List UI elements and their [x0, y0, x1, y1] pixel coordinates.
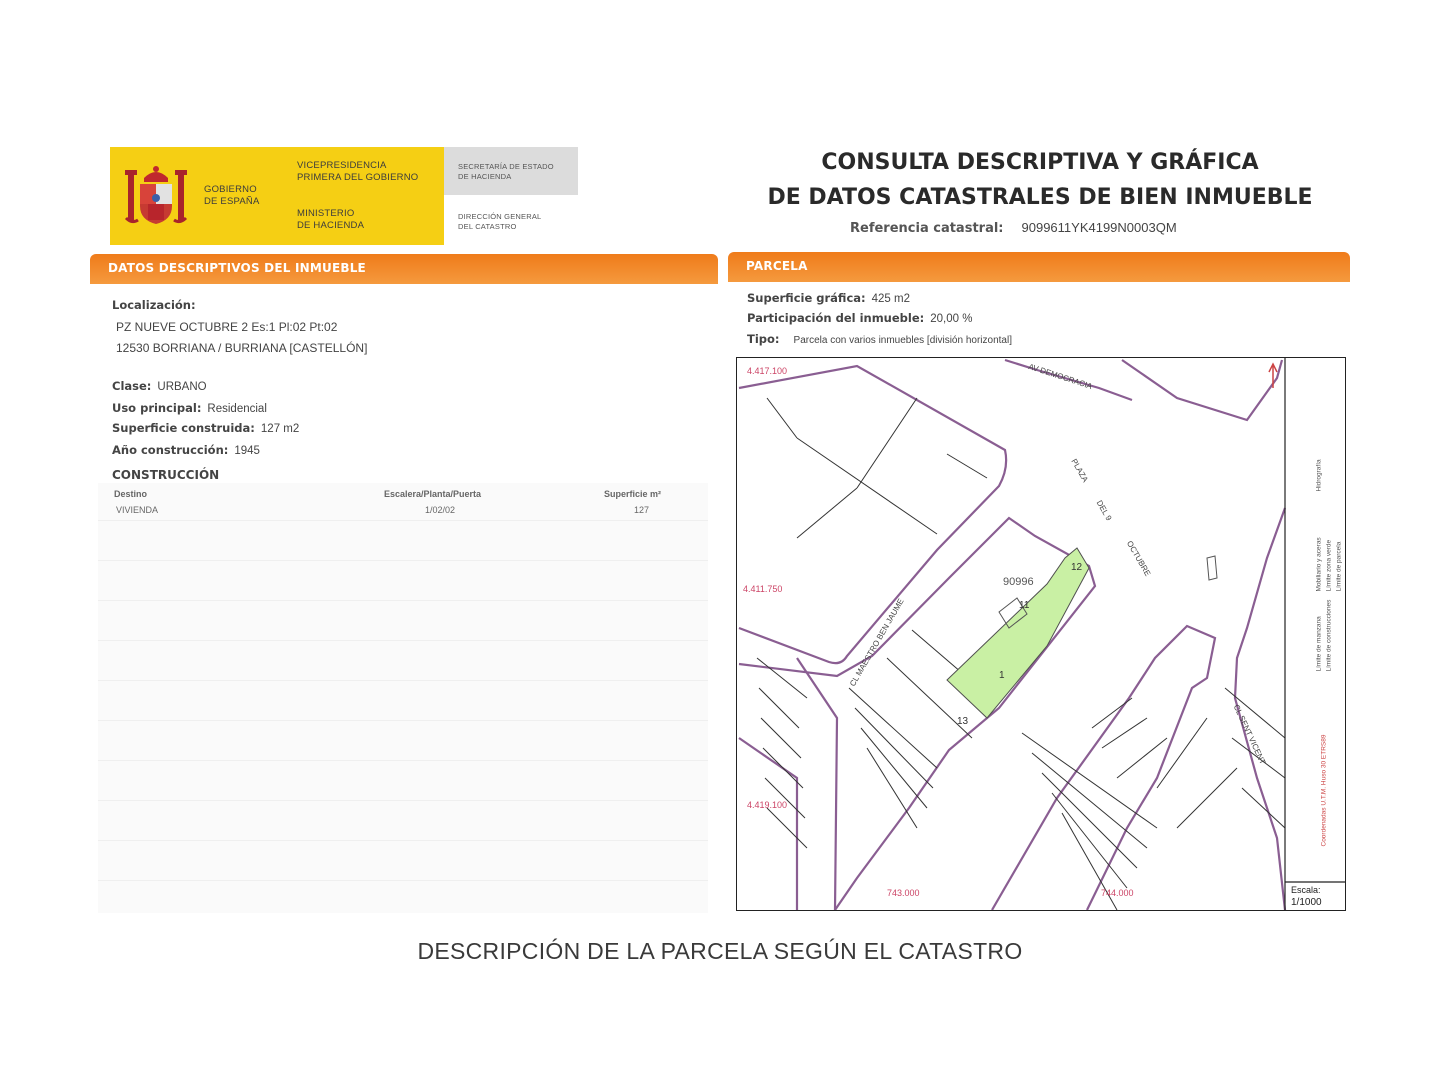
coord-top-left: 4.417.100	[747, 366, 788, 376]
block-outline	[738, 737, 799, 910]
coat-of-arms-icon	[124, 166, 188, 224]
ministerio-text: MINISTERIO DE HACIENDA	[297, 208, 365, 231]
participacion-row: Participación del inmueble: 20,00 %	[747, 309, 972, 327]
table-line	[98, 600, 708, 601]
construccion-label: CONSTRUCCIÓN	[112, 468, 220, 482]
table-line	[98, 640, 708, 641]
parcel-number-1: 1	[999, 670, 1005, 681]
tipo-row: Tipo: Parcela con varios inmuebles [divis…	[747, 330, 1012, 348]
table-cell-escalera: 1/02/02	[425, 505, 456, 515]
ref-value: 9099611YK4199N0003QM	[1021, 220, 1177, 235]
gobierno-text: GOBIERNO DE ESPAÑA	[204, 184, 260, 207]
uso-value: Residencial	[207, 403, 267, 415]
anio-label: Año construcción:	[112, 443, 229, 457]
parcel-number-13: 13	[957, 716, 969, 727]
north-arrow-icon	[1268, 362, 1278, 388]
parcel-number-12: 12	[1071, 562, 1083, 573]
scale-value: 1/1000	[1291, 897, 1322, 908]
participacion-label: Participación del inmueble:	[747, 311, 925, 325]
legend-2: Límite de parcela	[1335, 541, 1343, 592]
sup-grafica-value: 425 m2	[871, 293, 910, 305]
table-header-destino: Destino	[114, 489, 148, 499]
table-line	[98, 560, 708, 561]
sup-grafica-label: Superficie gráfica:	[747, 291, 866, 305]
legend-6: Hidrografía	[1315, 459, 1323, 492]
table-line	[98, 720, 708, 721]
secretaria-text: SECRETARÍA DE ESTADO DE HACIENDA	[458, 162, 554, 181]
clase-value: URBANO	[157, 381, 207, 393]
coord-mid-left: 4.411.750	[743, 584, 783, 594]
coord-bottom-1: 743.000	[887, 888, 920, 898]
parcel-number-11: 11	[1019, 600, 1030, 611]
block-outline	[1121, 359, 1284, 422]
legend-note: Coordenadas U.T.M. Huso 30 ETRS89	[1320, 734, 1328, 847]
table-line	[98, 520, 708, 521]
clase-label: Clase:	[112, 379, 152, 393]
parcel-label: 90996	[1003, 576, 1034, 588]
table-header-superficie: Superficie m²	[604, 489, 662, 499]
superficie-value: 127 m2	[260, 423, 300, 435]
uso-label: Uso principal:	[112, 401, 202, 415]
block-outline	[738, 364, 1008, 665]
cadastral-map-drawing	[738, 358, 1345, 911]
referencia-catastral: Referencia catastral: 9099611YK4199N0003Q…	[850, 220, 1177, 236]
localizacion-label: Localización:	[112, 298, 196, 312]
page-title-line2: DE DATOS CATASTRALES DE BIEN INMUEBLE	[767, 185, 1313, 210]
page-title-line1: CONSULTA DESCRIPTIVA Y GRÁFICA	[821, 150, 1259, 175]
address-line2: 12530 BORRIANA / BURRIANA [CASTELLÓN]	[116, 341, 368, 355]
anio-value: 1945	[234, 445, 260, 457]
superficie-row: Superficie construida: 127 m2	[112, 419, 299, 437]
direccion-text: DIRECCIÓN GENERAL DEL CATASTRO	[458, 212, 542, 231]
coord-bottom-2: 744.000	[1101, 888, 1134, 898]
vicepresidencia-text: VICEPRESIDENCIA PRIMERA DEL GOBIERNO	[297, 160, 419, 183]
tipo-label: Tipo:	[747, 332, 780, 346]
table-header-escalera: Escalera/Planta/Puerta	[384, 489, 482, 499]
highlighted-parcel	[946, 547, 1090, 719]
participacion-value: 20,00 %	[930, 313, 973, 325]
parcela-label: PARCELA	[746, 259, 808, 273]
table-line	[98, 760, 708, 761]
table-cell-destino: VIVIENDA	[116, 505, 159, 515]
block-outline	[796, 657, 839, 911]
scale-label: Escala:	[1291, 885, 1321, 895]
datos-descriptivos-bar: DATOS DESCRIPTIVOS DEL INMUEBLE	[90, 254, 718, 284]
table-line	[98, 880, 708, 881]
page-caption: DESCRIPCIÓN DE LA PARCELA SEGÚN EL CATAS…	[417, 938, 1023, 964]
block-outline	[738, 516, 1097, 911]
cadastral-map: 4.417.100 4.411.750 4.419.100 743.000 74…	[736, 357, 1346, 911]
datos-descriptivos-label: DATOS DESCRIPTIVOS DEL INMUEBLE	[108, 261, 366, 275]
uso-row: Uso principal: Residencial	[112, 399, 267, 417]
anio-row: Año construcción: 1945	[112, 441, 260, 459]
table-line	[98, 800, 708, 801]
legend-5: Límite zona verde	[1325, 539, 1333, 592]
ref-label: Referencia catastral:	[850, 221, 1004, 236]
table-line	[98, 680, 708, 681]
address-line1: PZ NUEVE OCTUBRE 2 Es:1 Pl:02 Pt:02	[116, 320, 338, 334]
clase-row: Clase: URBANO	[112, 377, 207, 395]
sup-grafica-row: Superficie gráfica: 425 m2	[747, 289, 910, 307]
table-cell-superficie: 127	[634, 505, 650, 515]
parcela-bar: PARCELA	[728, 252, 1350, 282]
table-line	[98, 840, 708, 841]
coord-low-left: 4.419.100	[747, 800, 788, 810]
construccion-table	[98, 483, 708, 913]
superficie-label: Superficie construida:	[112, 421, 255, 435]
kiosk-outline	[1206, 555, 1218, 581]
tipo-value: Parcela con varios inmuebles [división h…	[793, 335, 1012, 346]
